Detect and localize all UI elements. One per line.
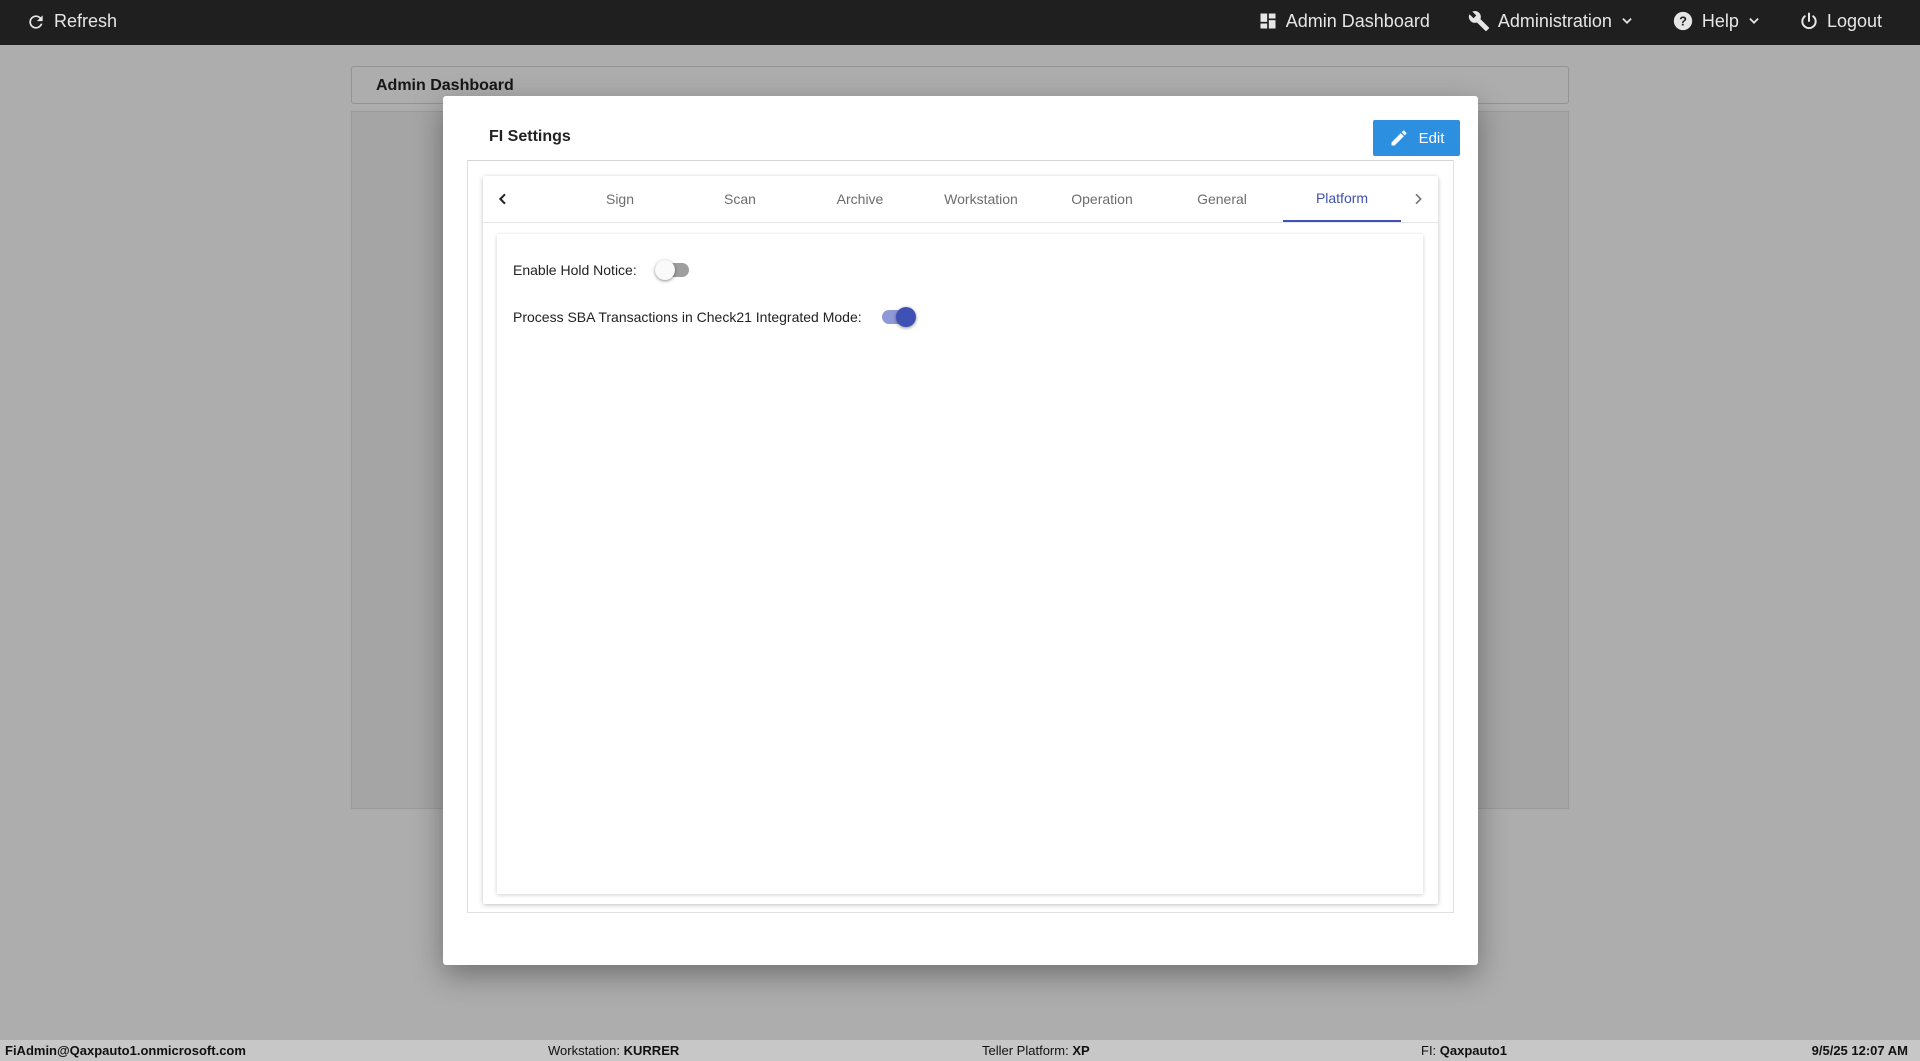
wrench-icon: [1468, 10, 1490, 32]
hold-notice-label: Enable Hold Notice:: [513, 262, 637, 278]
edit-button[interactable]: Edit: [1373, 120, 1460, 156]
platform-tab-panel: Enable Hold Notice: Process SBA Transact…: [497, 234, 1423, 894]
nav-administration[interactable]: Administration: [1468, 10, 1634, 32]
power-icon: [1799, 11, 1819, 31]
tab-scan-label: Scan: [724, 191, 756, 207]
fi-label: FI:: [1421, 1043, 1437, 1058]
dialog-title: FI Settings: [489, 128, 571, 145]
nav-administration-label: Administration: [1497, 10, 1612, 31]
refresh-icon: [26, 12, 46, 32]
refresh-label: Refresh: [54, 11, 118, 31]
dialog-header: FI Settings Edit: [467, 120, 1460, 161]
nav-logout-label: Logout: [1826, 10, 1882, 31]
top-nav-bar: Refresh Admin Dashboard Administration ?…: [0, 0, 1920, 45]
tab-bar: Sign Scan Archive Workstation Operation …: [483, 176, 1438, 223]
status-user: FiAdmin@Qaxpauto1.onmicrosoft.com: [5, 1043, 246, 1058]
tab-scroll-right-button[interactable]: [1398, 176, 1438, 222]
status-bar: FiAdmin@Qaxpauto1.onmicrosoft.com Workst…: [0, 1040, 1920, 1061]
tab-sign[interactable]: Sign: [561, 176, 679, 222]
tab-platform-label: Platform: [1315, 190, 1369, 206]
workstation-label: Workstation:: [548, 1043, 621, 1058]
toggle-thumb: [895, 307, 916, 327]
nav-help-label: Help: [1701, 10, 1739, 31]
sba-check21-label: Process SBA Transactions in Check21 Inte…: [513, 309, 862, 325]
help-icon: ?: [1672, 10, 1694, 32]
chevron-down-icon: [1747, 14, 1761, 28]
toggle-thumb: [654, 260, 675, 280]
refresh-button[interactable]: Refresh: [26, 11, 117, 32]
tab-workstation[interactable]: Workstation: [922, 176, 1040, 222]
status-workstation: Workstation: KURRER: [548, 1043, 679, 1058]
tab-archive[interactable]: Archive: [801, 176, 919, 222]
nav-help[interactable]: ? Help: [1672, 10, 1761, 32]
nav-admin-dashboard-label: Admin Dashboard: [1285, 10, 1430, 31]
tab-scroll-left-button[interactable]: [483, 176, 523, 222]
tab-operation-label: Operation: [1071, 191, 1133, 207]
tab-operation[interactable]: Operation: [1043, 176, 1161, 222]
sba-check21-toggle[interactable]: [880, 307, 916, 327]
nav-admin-dashboard[interactable]: Admin Dashboard: [1258, 10, 1430, 32]
status-fi: FI: Qaxpauto1: [1421, 1043, 1507, 1058]
chevron-left-icon: [495, 191, 511, 207]
tab-workstation-label: Workstation: [944, 191, 1018, 207]
teller-platform-value: XP: [1072, 1043, 1090, 1058]
workstation-value: KURRER: [623, 1043, 680, 1058]
tab-general[interactable]: General: [1163, 176, 1281, 222]
chevron-right-icon: [1410, 191, 1426, 207]
fi-settings-dialog: FI Settings Edit Sign Scan Archive Works…: [443, 96, 1478, 965]
nav-logout[interactable]: Logout: [1799, 10, 1882, 32]
status-teller-platform: Teller Platform: XP: [982, 1043, 1090, 1058]
status-datetime: 9/5/25 12:07 AM: [1811, 1043, 1908, 1058]
tab-archive-label: Archive: [836, 191, 884, 207]
tab-platform[interactable]: Platform: [1283, 176, 1401, 222]
hold-notice-toggle[interactable]: [654, 260, 691, 280]
svg-text:?: ?: [1679, 14, 1687, 29]
main-menu: Admin Dashboard Administration ? Help Lo…: [1258, 10, 1882, 32]
tab-sign-label: Sign: [605, 191, 635, 207]
tab-general-label: General: [1197, 191, 1247, 207]
tab-scan[interactable]: Scan: [681, 176, 799, 222]
fi-value: Qaxpauto1: [1439, 1043, 1507, 1058]
teller-platform-label: Teller Platform:: [982, 1043, 1069, 1058]
chevron-down-icon: [1620, 14, 1634, 28]
settings-tabs-card: Sign Scan Archive Workstation Operation …: [483, 176, 1438, 904]
pencil-icon: [1389, 128, 1409, 148]
setting-hold-notice: Enable Hold Notice:: [513, 260, 691, 280]
dashboard-icon: [1258, 11, 1278, 31]
setting-sba-check21: Process SBA Transactions in Check21 Inte…: [513, 307, 916, 327]
edit-label: Edit: [1418, 129, 1445, 147]
